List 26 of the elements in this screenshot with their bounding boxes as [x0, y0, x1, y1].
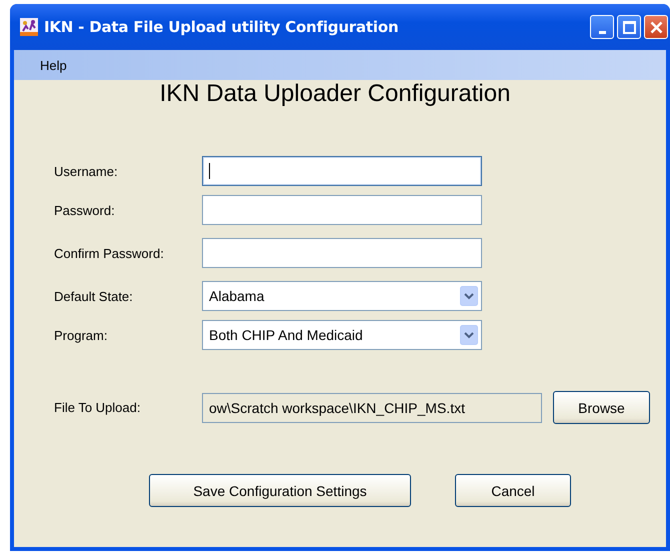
- close-button[interactable]: [644, 15, 668, 39]
- field-label: Program:: [54, 328, 108, 342]
- close-icon: [650, 20, 662, 34]
- window-title: IKN - Data File Upload utility Configuration: [44, 18, 398, 36]
- save-button[interactable]: Save Configuration Settings: [149, 474, 411, 507]
- field-label: Password:: [54, 202, 116, 218]
- menu-item[interactable]: Help: [40, 58, 67, 72]
- browse-button[interactable]: Browse: [553, 391, 650, 424]
- dropdown-field[interactable]: Alabama: [202, 281, 482, 311]
- field-label: Default State:: [54, 288, 134, 304]
- field-label: Confirm Password:: [54, 246, 165, 260]
- username-field[interactable]: [202, 156, 482, 186]
- minimize-button[interactable]: [590, 15, 614, 39]
- minimize-icon: [598, 30, 606, 34]
- password-field[interactable]: [202, 195, 482, 225]
- dropdown-field[interactable]: Both CHIP And Medicaid: [202, 320, 482, 350]
- password-field[interactable]: [202, 238, 482, 268]
- maximize-icon: [622, 20, 636, 34]
- form-heading: IKN Data Uploader Configuration: [158, 80, 512, 108]
- maximize-button[interactable]: [617, 15, 641, 39]
- field-label: File To Upload:: [54, 400, 142, 415]
- app-logo-icon: [20, 18, 38, 36]
- file-path-field[interactable]: ow\Scratch workspace\IKN_CHIP_MS.txt: [202, 392, 542, 422]
- field-label: Username:: [54, 164, 119, 178]
- cancel-button[interactable]: Cancel: [455, 474, 571, 507]
- text-cursor: [209, 163, 210, 179]
